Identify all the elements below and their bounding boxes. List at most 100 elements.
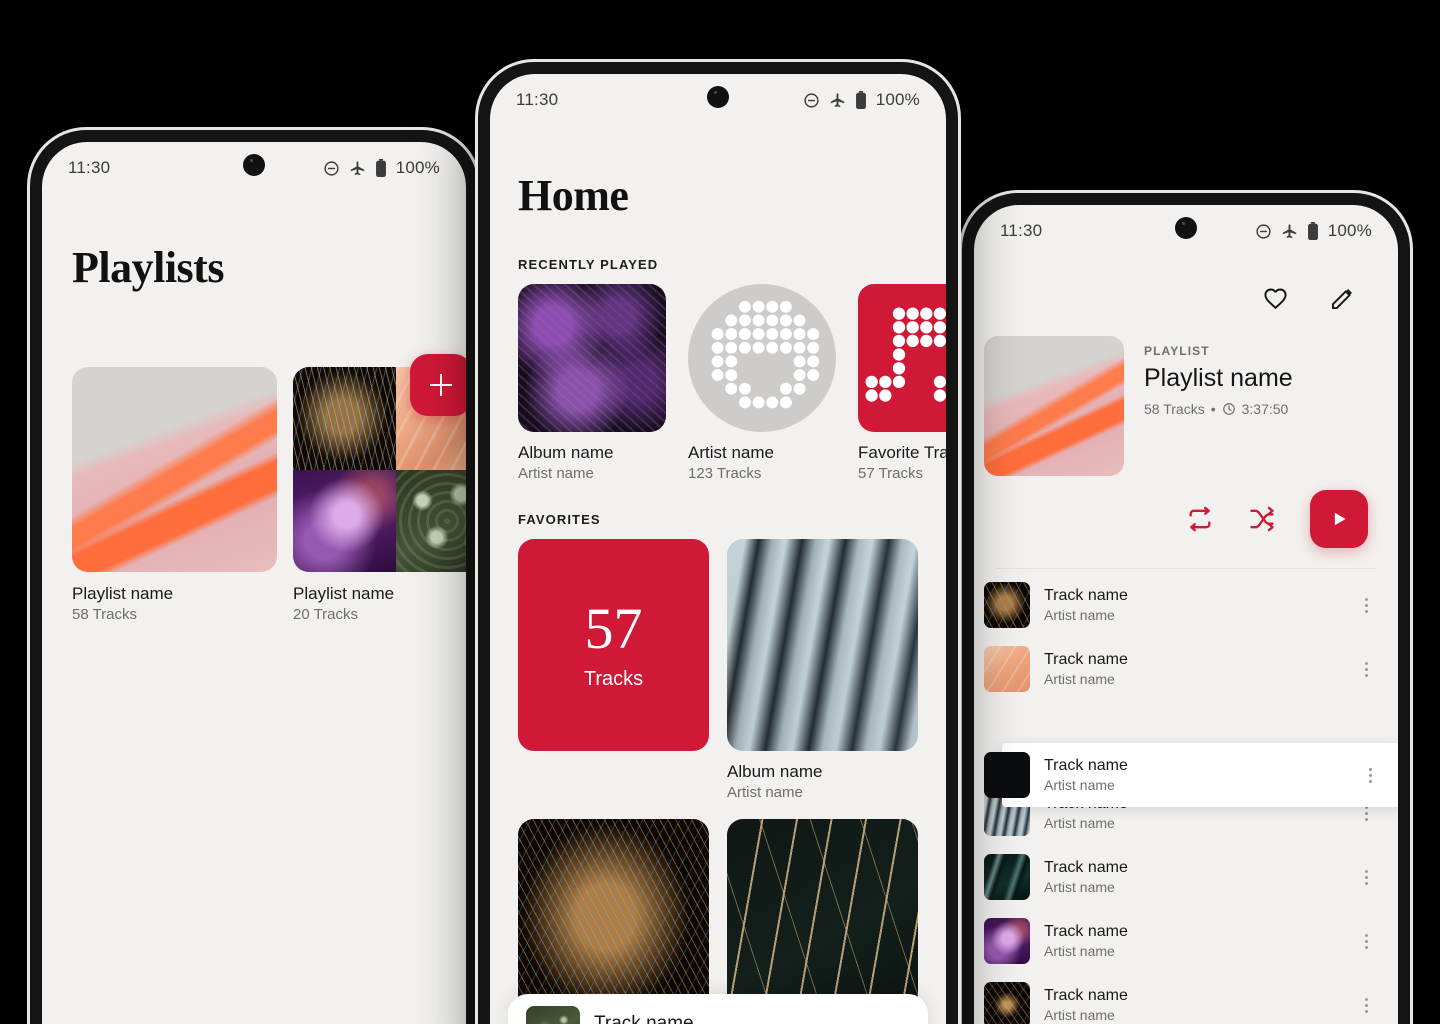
track-overflow-menu-icon[interactable] <box>1359 592 1374 619</box>
track-artist: Artist name <box>1044 671 1115 687</box>
edit-pencil-icon[interactable] <box>1329 285 1356 312</box>
playlist-meta: Playlist name 58 Tracks <box>72 584 277 623</box>
playlist-info: PLAYLIST Playlist name 58 Tracks • 3:37:… <box>1144 336 1368 476</box>
page-title: Playlists <box>72 243 224 292</box>
do-not-disturb-icon <box>1255 223 1272 240</box>
status-bar: 11:30 100% <box>490 74 946 126</box>
phone-right-playlist-detail: 11:30 100% PLAYLIST Playlist name 58 Tra… <box>962 193 1410 1024</box>
playlist-artwork <box>72 367 277 572</box>
do-not-disturb-icon <box>803 92 820 109</box>
track-row[interactable]: Track name Artist name <box>974 573 1398 637</box>
page-title: Home <box>518 171 629 220</box>
airplane-mode-icon <box>1281 223 1298 240</box>
track-artist: Artist name <box>1044 607 1115 623</box>
track-meta: Track name Artist name <box>1044 987 1345 1023</box>
playlist-track-count: 58 Tracks <box>1144 401 1205 417</box>
album-title: Album name <box>727 762 823 781</box>
favorites-count-label: Tracks <box>583 667 644 690</box>
favorite-tracks-count: 57 Tracks <box>858 465 924 482</box>
battery-icon <box>1307 222 1319 240</box>
artist-avatar <box>688 284 836 432</box>
track-meta: Track name Artist name <box>1044 757 1349 793</box>
camera-punch-hole <box>707 86 729 108</box>
playlist-track-count: 58 Tracks <box>72 606 138 623</box>
add-playlist-button[interactable] <box>410 354 466 416</box>
track-artwork <box>984 982 1030 1024</box>
album-meta: Album name Artist name <box>727 762 918 801</box>
repeat-icon[interactable] <box>1186 505 1214 533</box>
now-playing-artwork <box>526 1006 580 1024</box>
home-body: Home RECENTLY PLAYED Album name Artist n… <box>490 170 946 1024</box>
previous-track-icon[interactable] <box>764 1020 790 1024</box>
favorites-count-card[interactable]: 57 Tracks <box>518 539 709 751</box>
recently-played-album[interactable]: Album name Artist name <box>518 284 666 482</box>
playlist-detail-screen: 11:30 100% PLAYLIST Playlist name 58 Tra… <box>974 205 1398 1024</box>
artist-name: Artist name <box>688 443 774 462</box>
favorite-tracks-tile <box>858 284 946 432</box>
play-icon[interactable] <box>820 1020 846 1024</box>
playlist-duration: 3:37:50 <box>1241 401 1289 417</box>
status-icons: 100% <box>803 90 920 110</box>
track-artwork <box>984 918 1030 964</box>
favorites-count-number: 57 <box>584 595 643 661</box>
shuffle-icon[interactable] <box>1248 505 1276 533</box>
play-button[interactable] <box>1310 490 1368 548</box>
album-artist: Artist name <box>727 784 803 801</box>
playlists-body: Playlists Playlist name 58 Tracks Playli… <box>42 242 466 623</box>
battery-icon <box>375 159 387 177</box>
track-overflow-menu-icon[interactable] <box>1359 928 1374 955</box>
playlist-kicker: PLAYLIST <box>1144 344 1210 358</box>
status-icons: 100% <box>323 158 440 178</box>
track-artwork <box>984 646 1030 692</box>
track-row[interactable]: Track name Artist name <box>974 637 1398 701</box>
album-meta: Album name Artist name <box>518 443 666 482</box>
clock-icon <box>1222 402 1236 416</box>
playlist-card[interactable]: Playlist name 58 Tracks <box>72 367 277 623</box>
playlists-screen: 11:30 100% Playlists Playlist name 58 Tr… <box>42 142 466 1024</box>
status-time: 11:30 <box>68 158 111 177</box>
recently-played-favorites[interactable]: Favorite Tracks 57 Tracks <box>858 284 946 482</box>
playlist-actions <box>974 476 1398 548</box>
track-overflow-menu-icon[interactable] <box>1359 864 1374 891</box>
mini-player[interactable]: Track name Artist name <box>508 994 928 1024</box>
now-playing-meta: Track name Artist name <box>594 1013 750 1024</box>
track-artwork <box>984 854 1030 900</box>
section-label-recently-played: RECENTLY PLAYED <box>518 257 659 272</box>
artist-meta: Artist name 123 Tracks <box>688 443 836 482</box>
playlists-grid: Playlist name 58 Tracks Playlist name 20… <box>72 367 466 623</box>
track-meta: Track name Artist name <box>1044 859 1345 895</box>
track-overflow-menu-icon[interactable] <box>1363 762 1378 789</box>
track-artist: Artist name <box>1044 777 1115 793</box>
screenshot-stage: 11:30 100% Playlists Playlist name 58 Tr… <box>0 0 1440 1024</box>
playlist-name: Playlist name <box>1144 364 1293 392</box>
track-row-dragging[interactable]: Track name Artist name <box>984 743 1398 807</box>
track-overflow-menu-icon[interactable] <box>1359 992 1374 1019</box>
camera-punch-hole <box>243 154 265 176</box>
next-track-icon[interactable] <box>876 1020 902 1024</box>
track-artist: Artist name <box>1044 1007 1115 1023</box>
track-overflow-menu-icon[interactable] <box>1359 656 1374 683</box>
track-title: Track name <box>1044 651 1128 668</box>
track-row[interactable]: Track name Artist name <box>974 973 1398 1024</box>
status-time: 11:30 <box>516 90 559 109</box>
track-row[interactable]: Track name Artist name <box>974 909 1398 973</box>
playlist-cover-art <box>984 336 1124 476</box>
airplane-mode-icon <box>349 160 366 177</box>
track-row[interactable]: Track name Artist name <box>974 845 1398 909</box>
phone-left-playlists: 11:30 100% Playlists Playlist name 58 Tr… <box>30 130 478 1024</box>
do-not-disturb-icon <box>323 160 340 177</box>
favorite-heart-icon[interactable] <box>1262 285 1289 312</box>
track-meta: Track name Artist name <box>1044 923 1345 959</box>
track-title: Track name <box>1044 587 1128 604</box>
detail-header-actions <box>974 257 1398 312</box>
camera-punch-hole <box>1175 217 1197 239</box>
playlist-meta: Playlist name 20 Tracks <box>293 584 466 623</box>
track-artwork <box>984 752 1030 798</box>
playlist-name: Playlist name <box>293 584 395 603</box>
album-artist: Artist name <box>518 465 594 482</box>
favorites-album-card[interactable]: Album name Artist name <box>727 539 918 801</box>
favorites-grid: 57 Tracks Album name Artist name <box>518 539 918 1024</box>
favorite-tracks-title: Favorite Tracks <box>858 443 946 462</box>
recently-played-artist[interactable]: Artist name 123 Tracks <box>688 284 836 482</box>
plus-icon <box>430 374 452 396</box>
